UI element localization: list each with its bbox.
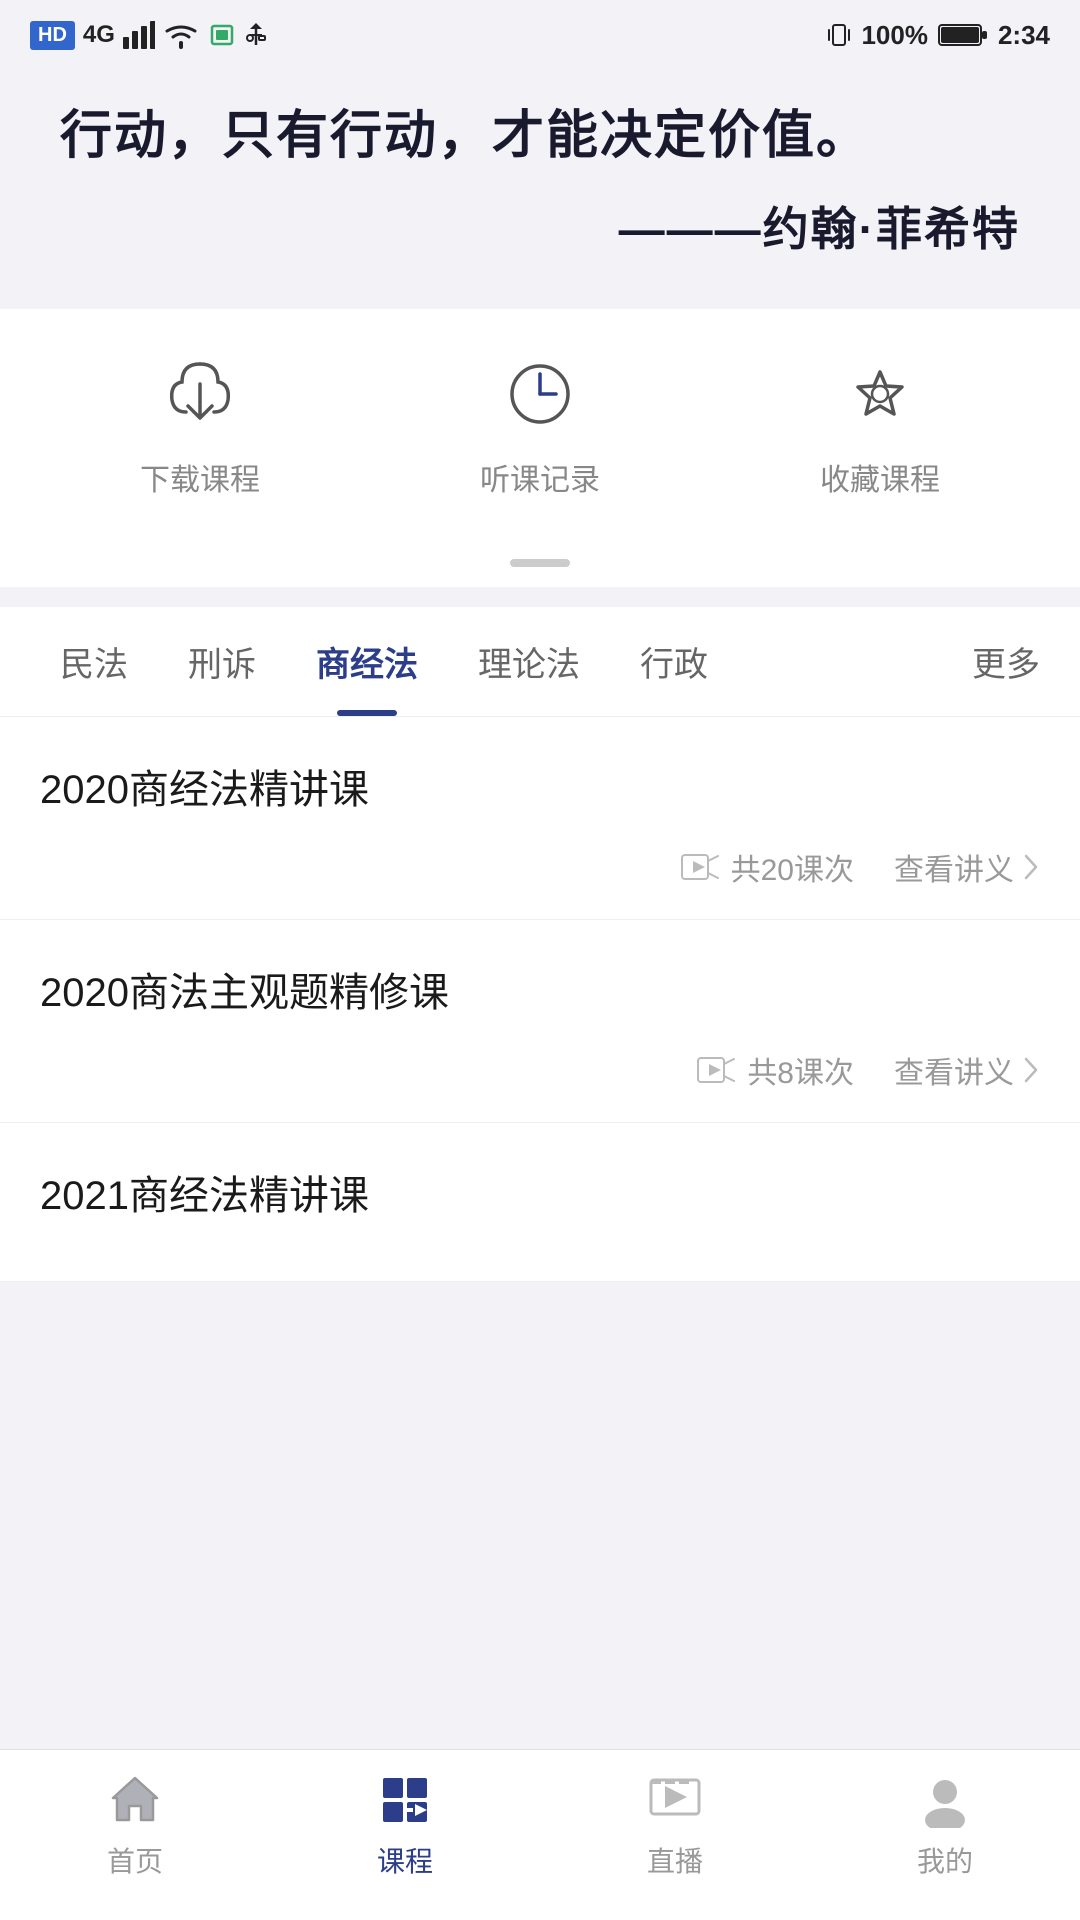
video-icon-2 [697, 1056, 735, 1084]
nav-home[interactable]: 首页 [105, 1770, 165, 1880]
nav-courses[interactable]: 课程 [375, 1770, 435, 1880]
course-count-2: 共8课次 [697, 1048, 854, 1092]
battery-icon [938, 22, 988, 48]
nav-mine-label: 我的 [917, 1840, 973, 1880]
video-icon-1 [681, 853, 719, 881]
history-label: 听课记录 [480, 455, 600, 499]
tab-minfa[interactable]: 民法 [30, 607, 158, 716]
usb-icon [245, 21, 267, 49]
status-bar: HD 4G 100% [0, 0, 1080, 70]
course-item-2: 2020商法主观题精修课 共8课次 查看讲义 [0, 920, 1080, 1123]
status-left: HD 4G [30, 21, 267, 50]
tab-xingzheng[interactable]: 行政 [610, 607, 738, 716]
course-link-1[interactable]: 查看讲义 [894, 845, 1040, 889]
battery-text: 100% [861, 20, 928, 51]
course-meta-1: 共20课次 查看讲义 [40, 845, 1040, 889]
home-icon [105, 1770, 165, 1830]
course-count-1: 共20课次 [681, 845, 854, 889]
wifi-icon [163, 21, 199, 49]
chevron-right-icon-2 [1022, 1055, 1040, 1085]
scroll-indicator [0, 549, 1080, 587]
course-item-1: 2020商经法精讲课 共20课次 查看讲义 [0, 717, 1080, 920]
quote-line1: 行动，只有行动，才能决定价值。 [60, 100, 1020, 173]
header-banner: 行动，只有行动，才能决定价值。 ———约翰·菲希特 [0, 70, 1080, 309]
history-icon [495, 349, 585, 439]
live-icon [645, 1770, 705, 1830]
nav-live-label: 直播 [647, 1840, 703, 1880]
tab-lilunfa[interactable]: 理论法 [448, 607, 610, 716]
favorite-action[interactable]: 收藏课程 [820, 349, 940, 499]
category-tabs: 民法 刑诉 商经法 理论法 行政 更多 [0, 607, 1080, 717]
nav-mine[interactable]: 我的 [915, 1770, 975, 1880]
course-item-3: 2021商经法精讲课 [0, 1123, 1080, 1282]
network-icon: 4G [83, 21, 115, 49]
tab-shangjingfa[interactable]: 商经法 [286, 607, 448, 716]
vibrate-icon [827, 20, 851, 50]
status-right: 100% 2:34 [827, 20, 1050, 51]
chip-icon [207, 21, 237, 49]
favorite-label: 收藏课程 [820, 455, 940, 499]
course-list: 2020商经法精讲课 共20课次 查看讲义 2020商法主观题精修课 [0, 717, 1080, 1282]
courses-icon [375, 1770, 435, 1830]
hd-badge: HD [30, 21, 75, 50]
signal-icon [123, 21, 155, 49]
section-gap [0, 587, 1080, 607]
nav-courses-label: 课程 [377, 1840, 433, 1880]
course-meta-2: 共8课次 查看讲义 [40, 1048, 1040, 1092]
download-icon [155, 349, 245, 439]
download-action[interactable]: 下载课程 [140, 349, 260, 499]
course-title-2: 2020商法主观题精修课 [40, 960, 1040, 1018]
history-action[interactable]: 听课记录 [480, 349, 600, 499]
time-display: 2:34 [998, 20, 1050, 51]
course-title-3: 2021商经法精讲课 [40, 1163, 1040, 1221]
quote-line2: ———约翰·菲希特 [60, 193, 1020, 259]
bottom-nav: 首页 课程 直播 [0, 1749, 1080, 1920]
tab-xingsu[interactable]: 刑诉 [158, 607, 286, 716]
scroll-dot [510, 559, 570, 567]
nav-home-label: 首页 [107, 1840, 163, 1880]
course-title-1: 2020商经法精讲课 [40, 757, 1040, 815]
mine-icon [915, 1770, 975, 1830]
quick-actions: 下载课程 听课记录 收藏课程 [0, 309, 1080, 549]
chevron-right-icon-1 [1022, 852, 1040, 882]
download-label: 下载课程 [140, 455, 260, 499]
favorite-icon [835, 349, 925, 439]
course-link-2[interactable]: 查看讲义 [894, 1048, 1040, 1092]
nav-live[interactable]: 直播 [645, 1770, 705, 1880]
tab-more[interactable]: 更多 [962, 607, 1050, 716]
